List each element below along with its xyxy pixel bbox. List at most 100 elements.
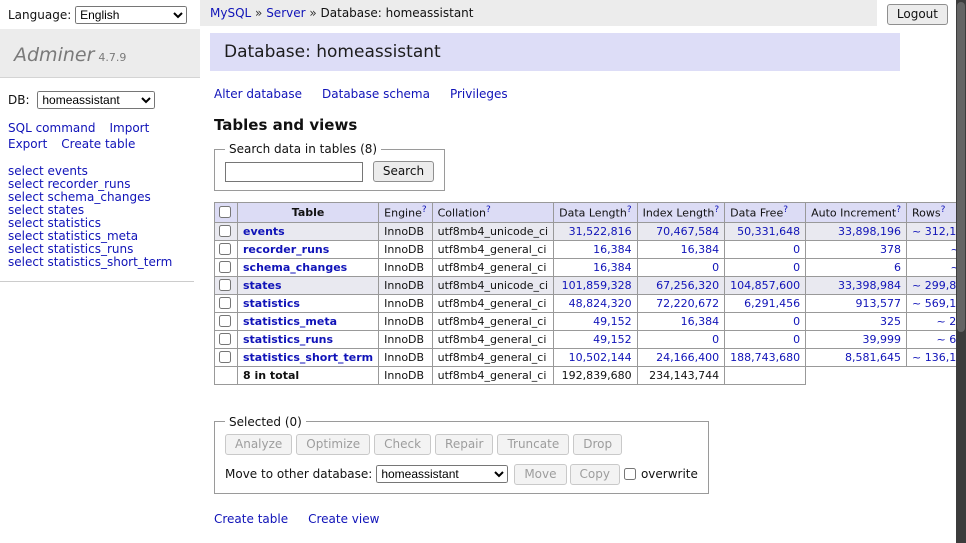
cell-data_length-link[interactable]: 16,384 xyxy=(593,243,632,256)
db-select[interactable]: homeassistant xyxy=(37,91,155,109)
cell-index_length-link[interactable]: 72,220,672 xyxy=(656,297,719,310)
row-checkbox[interactable] xyxy=(219,225,231,237)
help-mark[interactable]: ? xyxy=(941,205,946,215)
search-input[interactable] xyxy=(225,162,363,182)
cell-data_free: 6,291,456 xyxy=(725,294,806,312)
cell-auto_increment-link[interactable]: 39,999 xyxy=(863,333,902,346)
tables-table: TableEngine?Collation?Data Length?Index … xyxy=(214,202,966,385)
action-link-alter-database[interactable]: Alter database xyxy=(214,87,302,101)
action-link-privileges[interactable]: Privileges xyxy=(450,87,508,101)
row-checkbox[interactable] xyxy=(219,333,231,345)
column-header-auto-increment: Auto Increment? xyxy=(806,203,907,223)
cell-index_length-link[interactable]: 16,384 xyxy=(681,315,720,328)
select-all-checkbox[interactable] xyxy=(219,206,231,218)
link-create-table[interactable]: Create table xyxy=(214,512,288,526)
breadcrumb-item-mysql[interactable]: MySQL xyxy=(210,6,251,20)
sidebar-link-sql-command[interactable]: SQL command xyxy=(8,121,95,135)
bulk-drop-button[interactable]: Drop xyxy=(573,434,622,455)
cell-data_free-link[interactable]: 0 xyxy=(793,261,800,274)
help-mark[interactable]: ? xyxy=(783,205,788,215)
help-mark[interactable]: ? xyxy=(422,205,427,215)
cell-data_length-link[interactable]: 49,152 xyxy=(593,333,632,346)
table-name-link[interactable]: statistics_short_term xyxy=(243,351,373,364)
cell-data_length: 49,152 xyxy=(554,330,637,348)
cell-index_length-link[interactable]: 0 xyxy=(712,333,719,346)
bulk-optimize-button[interactable]: Optimize xyxy=(296,434,370,455)
table-name-link[interactable]: events xyxy=(243,225,285,238)
page-title: Database: homeassistant xyxy=(210,33,900,71)
link-create-view[interactable]: Create view xyxy=(308,512,379,526)
row-checkbox[interactable] xyxy=(219,297,231,309)
cell-auto_increment-link[interactable]: 33,398,984 xyxy=(838,279,901,292)
logout-button[interactable]: Logout xyxy=(887,4,948,25)
table-name-link[interactable]: states xyxy=(243,279,282,292)
cell-auto_increment-link[interactable]: 6 xyxy=(894,261,901,274)
table-name-link[interactable]: recorder_runs xyxy=(243,243,329,256)
cell-index_length-link[interactable]: 67,256,320 xyxy=(656,279,719,292)
move-db-select[interactable]: homeassistant xyxy=(376,465,508,483)
table-name-link[interactable]: statistics_runs xyxy=(243,333,333,346)
cell-data_length-link[interactable]: 48,824,320 xyxy=(569,297,632,310)
overwrite-checkbox[interactable] xyxy=(624,468,636,480)
cell-data_free-link[interactable]: 50,331,648 xyxy=(737,225,800,238)
cell-data_length: 48,824,320 xyxy=(554,294,637,312)
help-mark[interactable]: ? xyxy=(896,205,901,215)
cell-auto_increment-link[interactable]: 8,581,645 xyxy=(845,351,901,364)
cell-data_free-link[interactable]: 104,857,600 xyxy=(730,279,800,292)
selected-fieldset: Selected (0) AnalyzeOptimizeCheckRepairT… xyxy=(214,415,709,494)
cell-data_length-link[interactable]: 49,152 xyxy=(593,315,632,328)
breadcrumb-item-server[interactable]: Server xyxy=(266,6,305,20)
bulk-repair-button[interactable]: Repair xyxy=(435,434,493,455)
help-mark[interactable]: ? xyxy=(486,205,491,215)
cell-data_length-link[interactable]: 10,502,144 xyxy=(569,351,632,364)
overwrite-label[interactable]: overwrite xyxy=(641,467,698,481)
sidebar-link-import[interactable]: Import xyxy=(109,121,149,135)
cell-auto_increment-link[interactable]: 33,898,196 xyxy=(838,225,901,238)
action-link-database-schema[interactable]: Database schema xyxy=(322,87,430,101)
cell-engine: InnoDB xyxy=(379,348,432,366)
cell-index_length-link[interactable]: 70,467,584 xyxy=(656,225,719,238)
sidebar-link-create-table[interactable]: Create table xyxy=(61,137,135,151)
sidebar-link-export[interactable]: Export xyxy=(8,137,47,151)
row-checkbox[interactable] xyxy=(219,279,231,291)
cell-data_length-link[interactable]: 101,859,328 xyxy=(562,279,632,292)
scrollbar-thumb[interactable] xyxy=(957,2,965,332)
row-checkbox[interactable] xyxy=(219,315,231,327)
cell-data_free-link[interactable]: 0 xyxy=(793,333,800,346)
bulk-check-button[interactable]: Check xyxy=(374,434,431,455)
table-name-link[interactable]: schema_changes xyxy=(243,261,347,274)
cell-data_free-link[interactable]: 0 xyxy=(793,315,800,328)
table-name-link[interactable]: statistics_meta xyxy=(243,315,337,328)
help-mark[interactable]: ? xyxy=(714,205,719,215)
row-checkbox[interactable] xyxy=(219,351,231,363)
cell-data_free: 188,743,680 xyxy=(725,348,806,366)
bulk-analyze-button[interactable]: Analyze xyxy=(225,434,292,455)
cell-data_free-link[interactable]: 6,291,456 xyxy=(744,297,800,310)
language-select[interactable]: English xyxy=(75,6,187,24)
row-checkbox[interactable] xyxy=(219,243,231,255)
header-row: TableEngine?Collation?Data Length?Index … xyxy=(215,203,966,223)
cell-data_free-link[interactable]: 188,743,680 xyxy=(730,351,800,364)
help-mark[interactable]: ? xyxy=(627,205,632,215)
search-fieldset: Search data in tables (8) Search xyxy=(214,142,445,191)
cell-data_length-link[interactable]: 31,522,816 xyxy=(569,225,632,238)
bulk-truncate-button[interactable]: Truncate xyxy=(497,434,569,455)
vertical-scrollbar[interactable] xyxy=(956,0,966,543)
sidebar-select-statistics-short-term[interactable]: select statistics_short_term xyxy=(8,256,186,269)
search-button[interactable]: Search xyxy=(373,161,434,182)
cell-data_free-link[interactable]: 0 xyxy=(793,243,800,256)
cell-index_length-link[interactable]: 16,384 xyxy=(681,243,720,256)
cell-engine: InnoDB xyxy=(379,294,432,312)
cell-index_length-link[interactable]: 0 xyxy=(712,261,719,274)
cell-data_length: 49,152 xyxy=(554,312,637,330)
cell-data_length-link[interactable]: 16,384 xyxy=(593,261,632,274)
cell-auto_increment-link[interactable]: 913,577 xyxy=(856,297,902,310)
app-version[interactable]: 4.7.9 xyxy=(98,51,126,64)
move-button[interactable]: Move xyxy=(514,464,566,485)
cell-auto_increment-link[interactable]: 325 xyxy=(880,315,901,328)
copy-button[interactable]: Copy xyxy=(570,464,620,485)
cell-auto_increment-link[interactable]: 378 xyxy=(880,243,901,256)
table-name-link[interactable]: statistics xyxy=(243,297,300,310)
cell-index_length-link[interactable]: 24,166,400 xyxy=(656,351,719,364)
row-checkbox[interactable] xyxy=(219,261,231,273)
